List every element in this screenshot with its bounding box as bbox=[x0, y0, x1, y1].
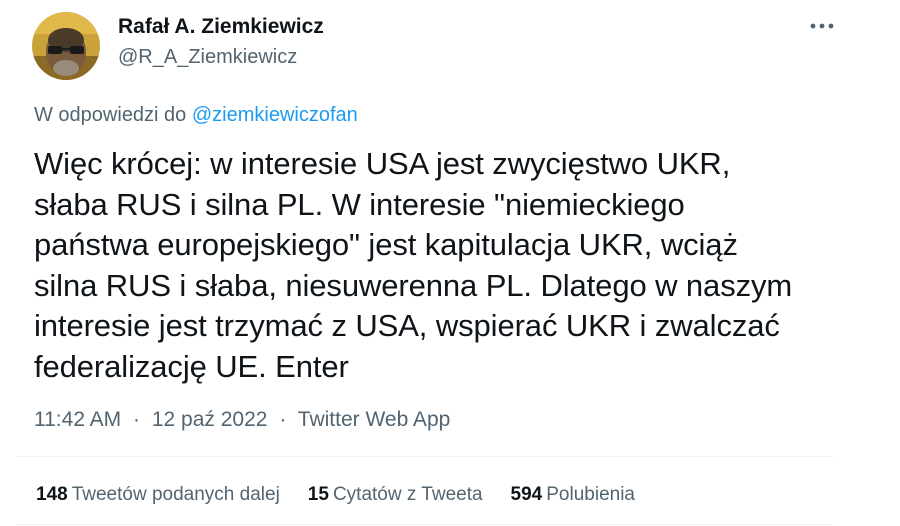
likes-label: Polubienia bbox=[546, 484, 635, 505]
tweet-text: Więc krócej: w interesie USA jest zwycię… bbox=[34, 144, 864, 387]
tweet-meta: 11:42 AM · 12 paź 2022 · Twitter Web App bbox=[34, 406, 450, 434]
tweet-text-line: federalizację UE. Enter bbox=[34, 348, 349, 384]
avatar-image bbox=[32, 12, 100, 80]
tweet-source[interactable]: Twitter Web App bbox=[298, 408, 451, 431]
tweet-text-line: państwa europejskiego" jest kapitulacja … bbox=[34, 227, 738, 262]
tweet-text-line: słaba RUS i silna PL. W interesie "niemi… bbox=[34, 186, 685, 222]
more-button[interactable] bbox=[800, 12, 844, 40]
retweets-label: Tweetów podanych dalej bbox=[71, 484, 280, 505]
avatar[interactable] bbox=[32, 12, 100, 80]
quotes-label: Cytatów z Tweeta bbox=[332, 484, 483, 505]
author-handle[interactable]: @R_A_Ziemkiewicz bbox=[118, 44, 324, 70]
tweet-date[interactable]: 12 paź 2022 bbox=[152, 408, 268, 431]
retweets-stat[interactable]: 148 Tweetów podanych dalej bbox=[36, 482, 280, 508]
tweet-time[interactable]: 11:42 AM bbox=[34, 408, 121, 431]
likes-stat[interactable]: 594 Polubienia bbox=[511, 482, 635, 508]
author-display-name[interactable]: Rafał A. Ziemkiewicz bbox=[118, 14, 324, 40]
quotes-count: 15 bbox=[307, 484, 329, 505]
divider bbox=[16, 456, 834, 457]
tweet-text-line: Więc krócej: w interesie USA jest zwycię… bbox=[34, 146, 731, 181]
divider bbox=[16, 524, 834, 525]
tweet: Rafał A. Ziemkiewicz @R_A_Ziemkiewicz W … bbox=[0, 0, 900, 526]
quotes-stat[interactable]: 15 Cytatów z Tweeta bbox=[308, 482, 483, 508]
meta-separator: · bbox=[279, 408, 287, 431]
tweet-stats: 148 Tweetów podanych dalej 15 Cytatów z Tw… bbox=[36, 482, 663, 508]
tweet-text-line: silna RUS i słaba, niesuwerenna PL. Dlat… bbox=[34, 267, 793, 303]
more-horizontal-icon bbox=[810, 23, 834, 29]
reply-context-prefix: W odpowiedzi do bbox=[34, 104, 192, 126]
retweets-count: 148 bbox=[36, 484, 68, 505]
tweet-text-line: interesie jest trzymać z USA, wspierać U… bbox=[34, 308, 780, 343]
author[interactable]: Rafał A. Ziemkiewicz @R_A_Ziemkiewicz bbox=[118, 14, 324, 70]
meta-separator: · bbox=[133, 408, 141, 431]
likes-count: 594 bbox=[510, 484, 543, 505]
reply-mention-link[interactable]: @ziemkiewiczofan bbox=[192, 104, 358, 126]
reply-context: W odpowiedzi do @ziemkiewiczofan bbox=[34, 102, 358, 128]
